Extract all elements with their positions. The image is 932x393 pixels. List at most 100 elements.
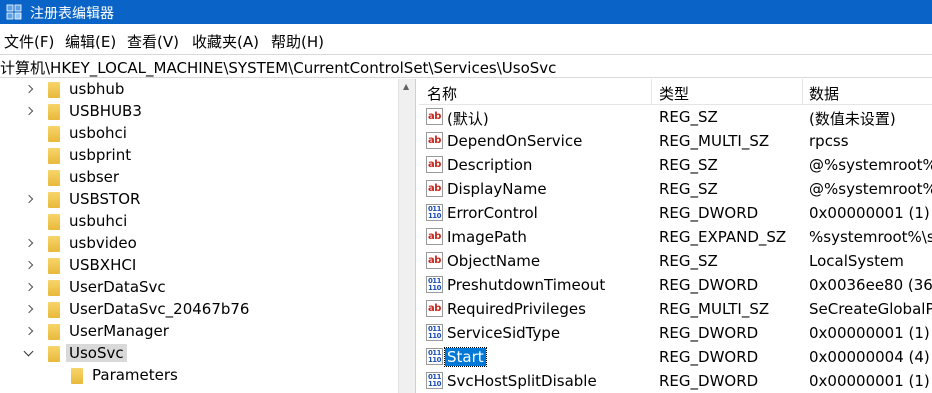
tree-item-label: UserDataSvc xyxy=(69,278,166,296)
tree-item[interactable]: UsoSvc xyxy=(0,343,398,365)
string-value-icon: ab xyxy=(426,108,443,125)
value-type-cell: REG_SZ xyxy=(659,180,718,198)
string-value-icon: ab xyxy=(426,156,443,173)
value-data-cell: 0x0036ee80 (360 xyxy=(809,276,932,294)
tree-item-label: USBXHCI xyxy=(69,256,137,274)
chevron-down-icon[interactable] xyxy=(24,349,34,359)
value-data-cell: rpcss xyxy=(809,132,849,150)
folder-icon xyxy=(48,82,60,98)
menu-edit[interactable]: 编辑(E) xyxy=(65,31,116,52)
value-name-cell: RequiredPrivileges xyxy=(447,300,586,318)
tree-item-label: Parameters xyxy=(92,366,178,384)
tree-scrollbar[interactable]: ▲ xyxy=(398,79,415,393)
folder-icon xyxy=(71,368,83,384)
tree-item[interactable]: usbser xyxy=(0,167,398,189)
tree-item[interactable]: usbohci xyxy=(0,123,398,145)
table-row[interactable]: ab (默认) REG_SZ (数值未设置) xyxy=(419,105,932,129)
binary-value-icon: 011 110 xyxy=(426,204,443,221)
column-divider[interactable] xyxy=(651,79,652,105)
column-header-type[interactable]: 类型 xyxy=(659,83,689,105)
folder-icon xyxy=(48,148,60,164)
column-header-name[interactable]: 名称 xyxy=(427,83,457,105)
menu-file[interactable]: 文件(F) xyxy=(4,31,54,52)
folder-icon xyxy=(48,214,60,230)
tree-item-label: usbohci xyxy=(69,124,127,142)
table-row[interactable]: ab ObjectName REG_SZ LocalSystem xyxy=(419,249,932,273)
value-data-cell: @%systemroot% xyxy=(809,156,932,174)
value-data-cell: LocalSystem xyxy=(809,252,904,270)
table-row[interactable]: ab DisplayName REG_SZ @%systemroot% xyxy=(419,177,932,201)
tree-item[interactable]: UserDataSvc xyxy=(0,277,398,299)
column-divider[interactable] xyxy=(802,79,803,105)
tree-item[interactable]: UserDataSvc_20467b76 xyxy=(0,299,398,321)
value-type-cell: REG_DWORD xyxy=(659,276,759,294)
table-row[interactable]: ab ImagePath REG_EXPAND_SZ %systemroot%\s xyxy=(419,225,932,249)
tree-item[interactable]: Parameters xyxy=(0,365,398,387)
tree-item-label: UsoSvc xyxy=(66,344,127,362)
menu-help[interactable]: 帮助(H) xyxy=(271,31,324,52)
table-row[interactable]: 011 110 ServiceSidType REG_DWORD 0x00000001 … xyxy=(419,321,932,345)
value-data-cell: %systemroot%\s xyxy=(809,228,932,246)
regedit-icon xyxy=(6,4,22,20)
address-path[interactable]: 计算机\HKEY_LOCAL_MACHINE\SYSTEM\CurrentCon… xyxy=(0,57,556,78)
tree-item-label: usbhub xyxy=(69,80,125,98)
menu-view[interactable]: 查看(V) xyxy=(127,31,179,52)
table-row[interactable]: 011 110 ErrorControl REG_DWORD 0x00000001 (1… xyxy=(419,201,932,225)
value-name-cell: DependOnService xyxy=(447,132,583,150)
folder-icon xyxy=(48,236,60,252)
value-name-cell: PreshutdownTimeout xyxy=(447,276,606,294)
tree-item-label: usbuhci xyxy=(69,212,128,230)
string-value-icon: ab xyxy=(426,252,443,269)
chevron-right-icon[interactable] xyxy=(24,327,34,337)
tree-item-label: usbser xyxy=(69,168,120,186)
chevron-right-icon[interactable] xyxy=(24,283,34,293)
address-bar[interactable]: 计算机\HKEY_LOCAL_MACHINE\SYSTEM\CurrentCon… xyxy=(0,54,932,78)
tree-item-label: USBSTOR xyxy=(69,190,141,208)
column-header-data[interactable]: 数据 xyxy=(809,83,839,105)
tree-item[interactable]: USBSTOR xyxy=(0,189,398,211)
tree-item[interactable]: USBHUB3 xyxy=(0,101,398,123)
value-type-cell: REG_SZ xyxy=(659,156,718,174)
scroll-up-icon[interactable]: ▲ xyxy=(403,82,409,91)
tree-item[interactable]: USBXHCI xyxy=(0,255,398,277)
table-row[interactable]: 011 110 Start REG_DWORD 0x00000004 (4) xyxy=(419,345,932,369)
value-type-cell: REG_DWORD xyxy=(659,348,759,366)
table-row[interactable]: ab DependOnService REG_MULTI_SZ rpcss xyxy=(419,129,932,153)
value-name-cell: Description xyxy=(447,156,533,174)
tree-item-label: usbvideo xyxy=(69,234,137,252)
tree-item[interactable]: usbprint xyxy=(0,145,398,167)
value-type-cell: REG_SZ xyxy=(659,252,718,270)
table-row[interactable]: 011 110 SvcHostSplitDisable REG_DWORD 0x0000… xyxy=(419,369,932,393)
chevron-right-icon[interactable] xyxy=(24,261,34,271)
tree-item-label: usbprint xyxy=(69,146,132,164)
value-type-cell: REG_MULTI_SZ xyxy=(659,300,770,318)
value-data-cell: @%systemroot% xyxy=(809,180,932,198)
chevron-right-icon[interactable] xyxy=(24,107,34,117)
tree-item[interactable]: usbvideo xyxy=(0,233,398,255)
value-type-cell: REG_MULTI_SZ xyxy=(659,132,770,150)
chevron-right-icon[interactable] xyxy=(24,85,34,95)
folder-icon xyxy=(48,324,60,340)
binary-value-icon: 011 110 xyxy=(426,324,443,341)
folder-icon xyxy=(48,346,60,362)
table-row[interactable]: ab RequiredPrivileges REG_MULTI_SZ SeCreate… xyxy=(419,297,932,321)
folder-icon xyxy=(48,302,60,318)
chevron-right-icon[interactable] xyxy=(24,305,34,315)
tree-item[interactable]: UserManager xyxy=(0,321,398,343)
string-value-icon: ab xyxy=(426,180,443,197)
value-list[interactable]: 名称 类型 数据 ab (默认) REG_SZ (数值未设置) ab DependOnSe… xyxy=(419,79,932,393)
tree-item[interactable]: usbhub xyxy=(0,79,398,101)
table-row[interactable]: 011 110 PreshutdownTimeout REG_DWORD 0x0036e… xyxy=(419,273,932,297)
table-row[interactable]: ab Description REG_SZ @%systemroot% xyxy=(419,153,932,177)
chevron-right-icon[interactable] xyxy=(24,239,34,249)
binary-value-icon: 011 110 xyxy=(426,276,443,293)
tree-item[interactable]: usbuhci xyxy=(0,211,398,233)
value-data-cell: (数值未设置) xyxy=(809,110,896,128)
menu-favorites[interactable]: 收藏夹(A) xyxy=(192,31,259,52)
tree-item-label: UserDataSvc_20467b76 xyxy=(69,300,250,318)
chevron-right-icon[interactable] xyxy=(24,195,34,205)
folder-icon xyxy=(48,280,60,296)
key-tree[interactable]: usbhub USBHUB3 usbohci usbprint usbser USBSTO… xyxy=(0,79,398,393)
value-name-cell: (默认) xyxy=(447,110,489,128)
string-value-icon: ab xyxy=(426,300,443,317)
